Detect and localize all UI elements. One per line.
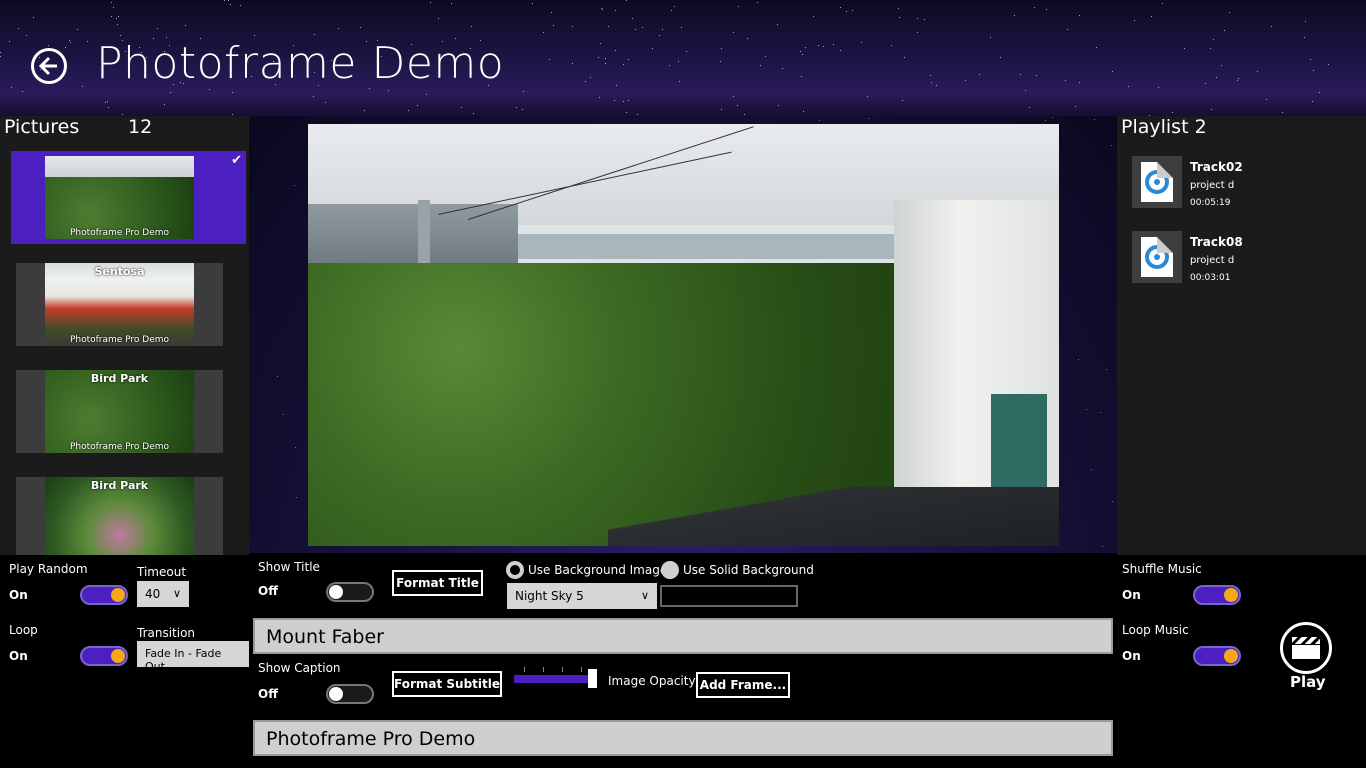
preview-photo [308, 124, 1059, 546]
playlist-panel: Playlist 2 Track02 project d 00:05:19 Tr… [1117, 116, 1366, 555]
use-background-image-label: Use Background Image [528, 563, 668, 577]
pictures-count: 12 [128, 116, 153, 138]
pictures-panel: Pictures 12 Photoframe Pro Demo ✔ Sentos… [0, 116, 249, 555]
music-file-icon [1132, 156, 1182, 208]
picture-title: Bird Park [90, 372, 149, 385]
track-duration: 00:05:19 [1190, 198, 1231, 208]
loop-music-value: On [1122, 649, 1141, 663]
show-caption-label: Show Caption [258, 661, 341, 675]
play-random-label: Play Random [9, 562, 88, 576]
loop-toggle[interactable] [80, 646, 128, 666]
transition-select[interactable]: Fade In - Fade Out [137, 641, 249, 673]
caption-text-field[interactable]: Photoframe Pro Demo [253, 720, 1113, 756]
playlist-track[interactable]: Track08 project d 00:03:01 [1132, 231, 1362, 287]
show-caption-toggle[interactable] [326, 684, 374, 704]
track-artist: project d [1190, 180, 1235, 191]
play-random-value: On [9, 588, 28, 602]
picture-item[interactable]: Bird Park Photoframe Pro Demo [16, 370, 223, 453]
use-solid-background-radio[interactable] [661, 561, 679, 579]
use-solid-background-label: Use Solid Background [683, 563, 814, 577]
picture-thumbnail: Photoframe Pro Demo [45, 156, 194, 239]
shuffle-music-toggle[interactable] [1193, 585, 1241, 605]
title-text-field[interactable]: Mount Faber [253, 618, 1113, 654]
picture-subtitle: Photoframe Pro Demo [69, 335, 170, 345]
loop-label: Loop [9, 623, 38, 637]
shuffle-music-label: Shuffle Music [1122, 562, 1202, 576]
picture-subtitle: Photoframe Pro Demo [69, 442, 170, 452]
picture-item[interactable]: Sentosa Photoframe Pro Demo [16, 263, 223, 346]
shuffle-music-value: On [1122, 588, 1141, 602]
background-select[interactable]: Night Sky 5 ∨ [507, 583, 657, 609]
music-file-icon [1132, 231, 1182, 283]
transition-value: Fade In - Fade Out [145, 647, 222, 673]
opacity-slider-track[interactable] [514, 675, 592, 683]
picture-title: Sentosa [94, 265, 145, 278]
use-background-image-radio[interactable] [506, 561, 524, 579]
add-frame-button[interactable]: Add Frame... [696, 672, 790, 698]
show-title-label: Show Title [258, 560, 320, 574]
image-opacity-label: Image Opacity [608, 674, 696, 688]
preview-stage [249, 116, 1117, 553]
play-label: Play [1290, 673, 1326, 691]
timeout-value: 40 [145, 587, 161, 601]
timeout-select[interactable]: 40 ∨ [137, 581, 189, 607]
format-subtitle-button[interactable]: Format Subtitle [392, 671, 502, 697]
chevron-down-icon: ∨ [172, 587, 181, 600]
timeout-label: Timeout [137, 565, 187, 579]
show-title-toggle[interactable] [326, 582, 374, 602]
picture-title: Bird Park [90, 479, 149, 492]
picture-subtitle: Photoframe Pro Demo [69, 228, 170, 238]
clapperboard-icon [1292, 637, 1320, 659]
app-header: Photoframe Demo [0, 0, 1366, 116]
play-button[interactable] [1280, 622, 1332, 674]
loop-music-label: Loop Music [1122, 623, 1189, 637]
picture-thumbnail: Sentosa Photoframe Pro Demo [45, 263, 194, 346]
loop-music-toggle[interactable] [1193, 646, 1241, 666]
loop-value: On [9, 649, 28, 663]
pictures-title: Pictures [4, 116, 80, 138]
picture-item[interactable]: Photoframe Pro Demo ✔ [11, 151, 246, 244]
opacity-slider-thumb[interactable] [588, 669, 597, 688]
checkmark-icon: ✔ [231, 153, 242, 168]
format-title-button[interactable]: Format Title [392, 570, 483, 596]
track-artist: project d [1190, 255, 1235, 266]
play-random-toggle[interactable] [80, 585, 128, 605]
track-name: Track02 [1190, 160, 1243, 174]
picture-item[interactable]: Bird Park [16, 477, 223, 555]
chevron-down-icon: ∨ [640, 589, 649, 602]
show-caption-value: Off [258, 687, 278, 701]
back-button[interactable] [31, 48, 67, 84]
picture-thumbnail: Bird Park Photoframe Pro Demo [45, 370, 194, 453]
arrow-left-icon [39, 56, 57, 76]
playlist-track[interactable]: Track02 project d 00:05:19 [1132, 156, 1362, 212]
picture-thumbnail: Bird Park [45, 477, 194, 555]
track-name: Track08 [1190, 235, 1243, 249]
solid-color-field[interactable] [660, 585, 798, 607]
transition-label: Transition [137, 626, 196, 640]
show-title-value: Off [258, 584, 278, 598]
track-duration: 00:03:01 [1190, 273, 1231, 283]
page-title: Photoframe Demo [96, 38, 505, 89]
playlist-title: Playlist 2 [1121, 116, 1207, 138]
background-value: Night Sky 5 [515, 589, 584, 603]
